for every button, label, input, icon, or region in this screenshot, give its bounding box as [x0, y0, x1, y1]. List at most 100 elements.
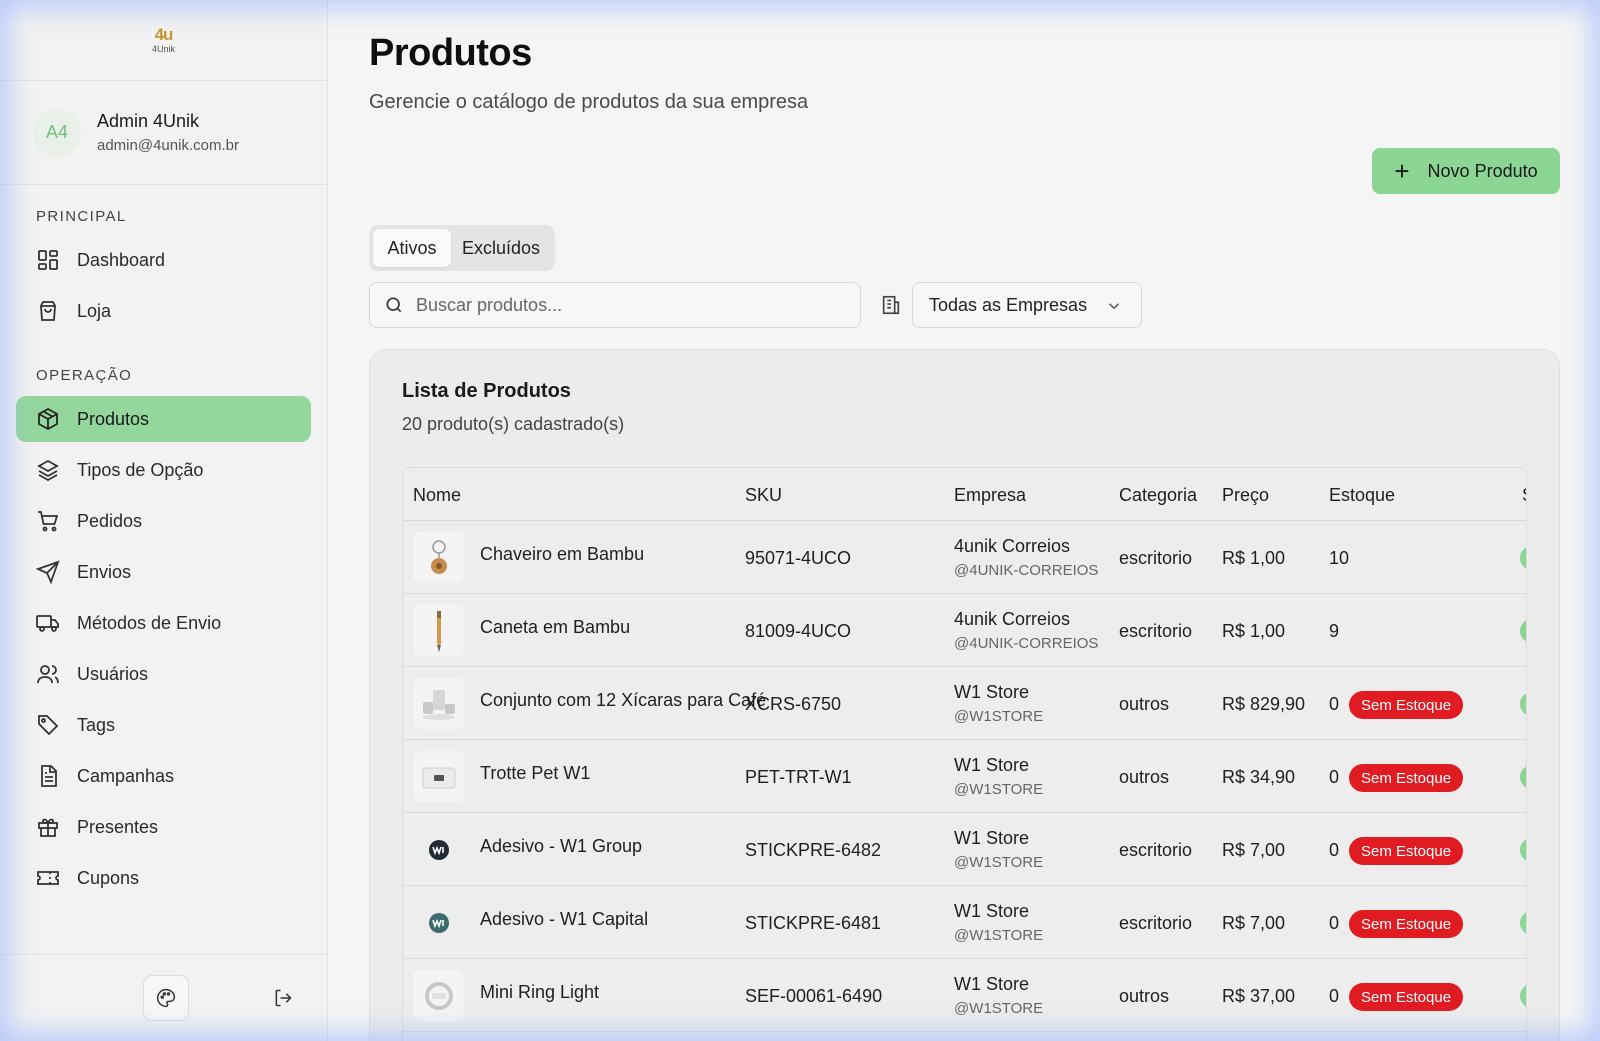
shopping-bag-icon: [40, 301, 56, 321]
status-indicator[interactable]: [1520, 765, 1526, 789]
sidebar-item-label: Pedidos: [77, 510, 143, 531]
status-indicator[interactable]: [1520, 838, 1526, 862]
product-category: outros: [1119, 767, 1170, 787]
user-email: admin@4unik.com.br: [97, 137, 239, 154]
new-product-button[interactable]: + Novo Produto: [1372, 148, 1560, 194]
status-indicator[interactable]: [1520, 692, 1526, 716]
product-price: R$ 1,00: [1222, 621, 1286, 641]
product-count: 20 produto(s) cadastrado(s): [402, 414, 625, 434]
products-table: Nome SKU Empresa Categoria Preço Estoque…: [402, 467, 1527, 1041]
new-product-label: Novo Produto: [1427, 160, 1538, 181]
product-name: Conjunto com 12 Xícaras para Café: [480, 690, 767, 710]
product-thumbnail: [413, 824, 464, 875]
company-filter-value: Todas as Empresas: [929, 294, 1088, 315]
gift-icon: [38, 818, 58, 837]
tag-icon: [38, 715, 59, 736]
page-title: Produtos: [369, 32, 532, 74]
sidebar-item-campanhas[interactable]: Campanhas: [16, 753, 311, 799]
search-input[interactable]: [416, 294, 836, 316]
user-card: A4 Admin 4Unik admin@4unik.com.br: [0, 81, 327, 185]
status-indicator[interactable]: [1520, 619, 1526, 643]
company-name: W1 Store: [954, 901, 1030, 921]
product-stock: 10: [1329, 548, 1350, 568]
product-stock: 0: [1329, 913, 1340, 933]
sidebar-item-produtos[interactable]: Produtos: [16, 396, 311, 442]
column-header-nome[interactable]: Nome: [413, 485, 461, 506]
palette-icon: [157, 988, 176, 1008]
table-row[interactable]: Caneta em Bambu 81009-4UCO 4unik Correio…: [403, 594, 1526, 667]
status-indicator[interactable]: [1520, 984, 1526, 1008]
sidebar-item-pedidos[interactable]: Pedidos: [16, 498, 311, 544]
company-filter-select[interactable]: Todas as Empresas: [912, 282, 1142, 328]
pen-image: [436, 610, 441, 652]
sidebar-item-cupons[interactable]: Cupons: [16, 855, 311, 901]
sidebar-item-label: Usuários: [77, 663, 149, 684]
tab-ativos[interactable]: Ativos: [373, 229, 451, 267]
document-icon: [41, 765, 57, 787]
product-stock: 9: [1329, 621, 1340, 641]
sidebar-item-label: Tags: [77, 714, 116, 735]
ticket-icon: [37, 871, 59, 885]
table-header: Nome SKU Empresa Categoria Preço Estoque…: [403, 468, 1526, 521]
sidebar-item-tipos-de-opcao[interactable]: Tipos de Opção: [16, 447, 311, 493]
company-name: W1 Store: [954, 682, 1030, 702]
company-handle: @W1STORE: [954, 927, 1044, 944]
dashboard-icon: [38, 250, 58, 270]
table-row[interactable]: Mini Ring Light SEF-00061-6490 W1 Store …: [403, 959, 1526, 1032]
sidebar-item-loja[interactable]: Loja: [16, 288, 311, 334]
brand-logo[interactable]: 4u 4Unik: [0, 0, 327, 81]
product-stock: 0: [1329, 767, 1340, 787]
table-row[interactable]: Chaveiro em Bambu 95071-4UCO 4unik Corre…: [403, 521, 1526, 594]
tab-excluidos[interactable]: Excluídos: [451, 229, 551, 267]
cups-set-image: [422, 689, 455, 720]
users-icon: [37, 665, 59, 684]
product-sku: 95071-4UCO: [745, 548, 852, 568]
column-header-categoria[interactable]: Categoria: [1119, 485, 1197, 506]
table-row[interactable]: Conjunto com 12 Xícaras para Café XCRS-6…: [403, 667, 1526, 740]
products-card: Lista de Produtos 20 produto(s) cadastra…: [369, 349, 1560, 1041]
product-name: Mini Ring Light: [480, 982, 600, 1002]
w1-sticker-image: [428, 839, 449, 860]
sidebar-item-presentes[interactable]: Presentes: [16, 804, 311, 850]
plus-icon: +: [1394, 156, 1410, 186]
layers-icon: [37, 459, 59, 482]
column-header-estoque[interactable]: Estoque: [1329, 485, 1395, 506]
company-handle: @4UNIK-CORREIOS: [954, 635, 1099, 652]
out-of-stock-badge: Sem Estoque: [1349, 983, 1464, 1011]
sidebar-item-usuarios[interactable]: Usuários: [16, 651, 311, 697]
column-header-sku[interactable]: SKU: [745, 485, 782, 506]
company-name: W1 Store: [954, 828, 1030, 848]
product-sku: 81009-4UCO: [745, 621, 852, 641]
status-indicator[interactable]: [1520, 911, 1526, 935]
column-header-preco[interactable]: Preço: [1222, 485, 1269, 506]
chevron-down-icon: [1108, 303, 1120, 310]
sidebar-item-dashboard[interactable]: Dashboard: [16, 237, 311, 283]
sidebar-item-envios[interactable]: Envios: [16, 549, 311, 595]
column-header-empresa[interactable]: Empresa: [954, 485, 1026, 506]
card-title: Lista de Produtos: [402, 380, 571, 402]
truck-icon: [36, 615, 59, 632]
sidebar-item-label: Tipos de Opção: [77, 459, 204, 480]
avatar: A4: [33, 108, 81, 157]
table-row[interactable]: Adesivo - W1 Group STICKPRE-6482 W1 Stor…: [403, 813, 1526, 886]
sidebar-item-label: Dashboard: [77, 249, 166, 270]
table-row[interactable]: Trotte Pet W1 PET-TRT-W1 W1 Store @W1STO…: [403, 740, 1526, 813]
logout-button[interactable]: [268, 983, 298, 1013]
company-handle: @W1STORE: [954, 781, 1044, 798]
company-handle: @W1STORE: [954, 708, 1044, 725]
column-header-status[interactable]: S: [1522, 485, 1526, 506]
theme-palette-button[interactable]: [143, 975, 189, 1021]
status-indicator[interactable]: [1520, 546, 1526, 570]
sidebar-item-tags[interactable]: Tags: [16, 702, 311, 748]
product-category: escritorio: [1119, 840, 1193, 860]
table-row[interactable]: Adesivo - W1 Capital STICKPRE-6481 W1 St…: [403, 886, 1526, 959]
w1-capital-sticker-image: [428, 912, 449, 933]
product-stock: 0: [1329, 986, 1340, 1006]
sidebar-item-metodos-de-envio[interactable]: Métodos de Envio: [16, 600, 311, 646]
product-name: Trotte Pet W1: [480, 763, 591, 783]
product-price: R$ 7,00: [1222, 913, 1286, 933]
logo-mark: 4u: [154, 25, 174, 44]
box-icon: [38, 407, 58, 431]
sidebar-item-label: Campanhas: [77, 765, 175, 786]
company-name: W1 Store: [954, 755, 1030, 775]
